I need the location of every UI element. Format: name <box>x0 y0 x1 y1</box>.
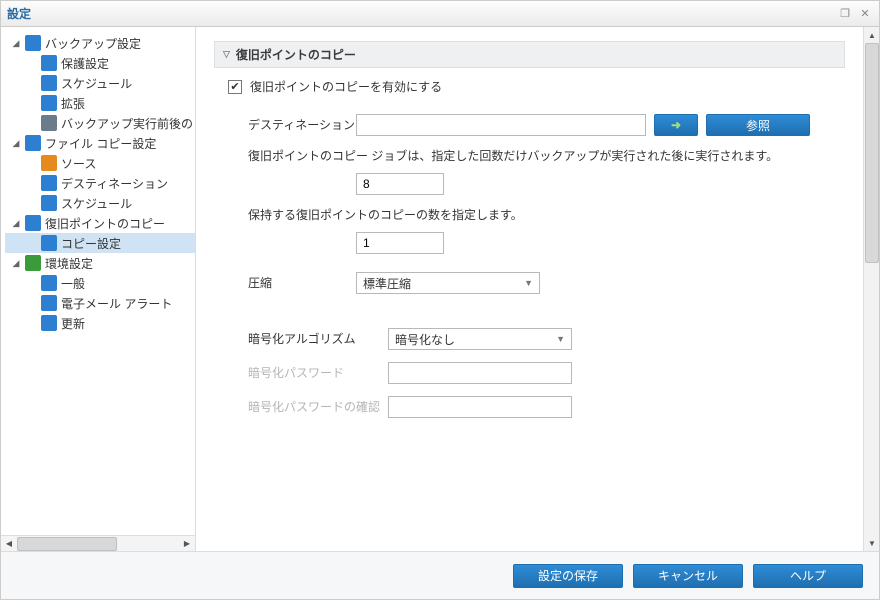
tree-item[interactable]: バックアップ実行前後の <box>5 113 195 133</box>
item-icon <box>41 155 57 171</box>
chevron-down-icon: ▼ <box>556 334 565 344</box>
item-icon <box>41 55 57 71</box>
cancel-button[interactable]: キャンセル <box>633 564 743 588</box>
scroll-track[interactable] <box>17 537 179 551</box>
arrow-right-icon: ➜ <box>671 118 681 132</box>
item-icon <box>41 235 57 251</box>
folder-icon <box>25 135 41 151</box>
tree-group-label: バックアップ設定 <box>45 35 141 52</box>
sidebar: ◢ バックアップ設定保護設定スケジュール拡張バックアップ実行前後の ◢ ファイル コピ… <box>1 27 196 551</box>
encrypt-pw-confirm-label: 暗号化パスワードの確認 <box>248 400 388 414</box>
folder-icon <box>25 215 41 231</box>
window-title: 設定 <box>7 5 31 22</box>
expand-icon[interactable]: ◢ <box>11 38 21 49</box>
tree-item[interactable]: 拡張 <box>5 93 195 113</box>
tree-item-label: 一般 <box>61 275 85 292</box>
interval-desc: 復旧ポイントのコピー ジョブは、指定した回数だけバックアップが実行された後に実行… <box>248 147 845 164</box>
tree-group[interactable]: ◢ 復旧ポイントのコピー <box>5 213 195 233</box>
compression-value: 標準圧縮 <box>363 275 411 292</box>
retain-input[interactable] <box>356 232 444 254</box>
tree-item-label: スケジュール <box>61 195 132 212</box>
tree-item[interactable]: スケジュール <box>5 73 195 93</box>
tree-item[interactable]: 電子メール アラート <box>5 293 195 313</box>
scroll-right-icon[interactable]: ▶ <box>179 536 195 552</box>
scroll-down-icon[interactable]: ▼ <box>864 535 879 551</box>
tree-item[interactable]: スケジュール <box>5 193 195 213</box>
encrypt-pw-label: 暗号化パスワード <box>248 366 388 380</box>
titlebar: 設定 ❐ ✕ <box>1 1 879 27</box>
tree-item[interactable]: デスティネーション <box>5 173 195 193</box>
enable-label: 復旧ポイントのコピーを有効にする <box>250 78 442 95</box>
encrypt-pw-confirm-input <box>388 396 572 418</box>
enable-checkbox[interactable]: ✔ <box>228 80 242 94</box>
tree-item[interactable]: コピー設定 <box>5 233 195 253</box>
main-content: ▽ 復旧ポイントのコピー ✔ 復旧ポイントのコピーを有効にする デスティネーショ… <box>196 27 863 551</box>
tree-item-label: デスティネーション <box>61 175 168 192</box>
tree-item[interactable]: 一般 <box>5 273 195 293</box>
destination-input[interactable] <box>356 114 646 136</box>
tree-item[interactable]: ソース <box>5 153 195 173</box>
compression-select[interactable]: 標準圧縮 ▼ <box>356 272 540 294</box>
tree-item[interactable]: 更新 <box>5 313 195 333</box>
browse-button[interactable]: 参照 <box>706 114 810 136</box>
section-header[interactable]: ▽ 復旧ポイントのコピー <box>214 41 845 68</box>
restore-icon[interactable]: ❐ <box>837 7 853 21</box>
destination-connect-button[interactable]: ➜ <box>654 114 698 136</box>
tree-item-label: 保護設定 <box>61 55 109 72</box>
tree-item-label: 拡張 <box>61 95 85 112</box>
main-vscrollbar[interactable]: ▲ ▼ <box>863 27 879 551</box>
tree-item[interactable]: 保護設定 <box>5 53 195 73</box>
close-icon[interactable]: ✕ <box>857 7 873 21</box>
tree-item-label: コピー設定 <box>61 235 121 252</box>
footer: 設定の保存 キャンセル ヘルプ <box>1 551 879 599</box>
item-icon <box>41 115 57 131</box>
tree-group-label: 復旧ポイントのコピー <box>45 215 165 232</box>
vscroll-track[interactable] <box>864 43 879 535</box>
tree-group[interactable]: ◢ バックアップ設定 <box>5 33 195 53</box>
tree-item-label: 更新 <box>61 315 85 332</box>
tree-item-label: ソース <box>61 155 96 172</box>
expand-icon[interactable]: ◢ <box>11 258 21 269</box>
expand-icon[interactable]: ◢ <box>11 138 21 149</box>
tree-item-label: 電子メール アラート <box>61 295 172 312</box>
item-icon <box>41 195 57 211</box>
retain-desc: 保持する復旧ポイントのコピーの数を指定します。 <box>248 206 845 223</box>
encrypt-algo-select[interactable]: 暗号化なし ▼ <box>388 328 572 350</box>
expand-icon[interactable]: ◢ <box>11 218 21 229</box>
tree-group[interactable]: ◢ 環境設定 <box>5 253 195 273</box>
item-icon <box>41 275 57 291</box>
encrypt-pw-input <box>388 362 572 384</box>
chevron-down-icon: ▽ <box>223 49 230 60</box>
folder-icon <box>25 35 41 51</box>
vscroll-thumb[interactable] <box>865 43 879 263</box>
tree-item-label: スケジュール <box>61 75 132 92</box>
tree-group[interactable]: ◢ ファイル コピー設定 <box>5 133 195 153</box>
destination-label: デスティネーション <box>248 118 356 132</box>
folder-icon <box>25 255 41 271</box>
scroll-left-icon[interactable]: ◀ <box>1 536 17 552</box>
section-title: 復旧ポイントのコピー <box>236 46 356 63</box>
item-icon <box>41 75 57 91</box>
tree-group-label: ファイル コピー設定 <box>45 135 156 152</box>
encrypt-algo-label: 暗号化アルゴリズム <box>248 332 388 346</box>
scroll-thumb[interactable] <box>17 537 117 551</box>
item-icon <box>41 95 57 111</box>
sidebar-hscrollbar[interactable]: ◀ ▶ <box>1 535 195 551</box>
interval-input[interactable] <box>356 173 444 195</box>
item-icon <box>41 175 57 191</box>
tree-item-label: バックアップ実行前後の <box>61 115 193 132</box>
chevron-down-icon: ▼ <box>524 278 533 288</box>
encrypt-algo-value: 暗号化なし <box>395 331 455 348</box>
compression-label: 圧縮 <box>248 276 356 290</box>
settings-tree: ◢ バックアップ設定保護設定スケジュール拡張バックアップ実行前後の ◢ ファイル コピ… <box>1 27 195 535</box>
save-button[interactable]: 設定の保存 <box>513 564 623 588</box>
item-icon <box>41 295 57 311</box>
help-button[interactable]: ヘルプ <box>753 564 863 588</box>
item-icon <box>41 315 57 331</box>
tree-group-label: 環境設定 <box>45 255 93 272</box>
scroll-up-icon[interactable]: ▲ <box>864 27 879 43</box>
